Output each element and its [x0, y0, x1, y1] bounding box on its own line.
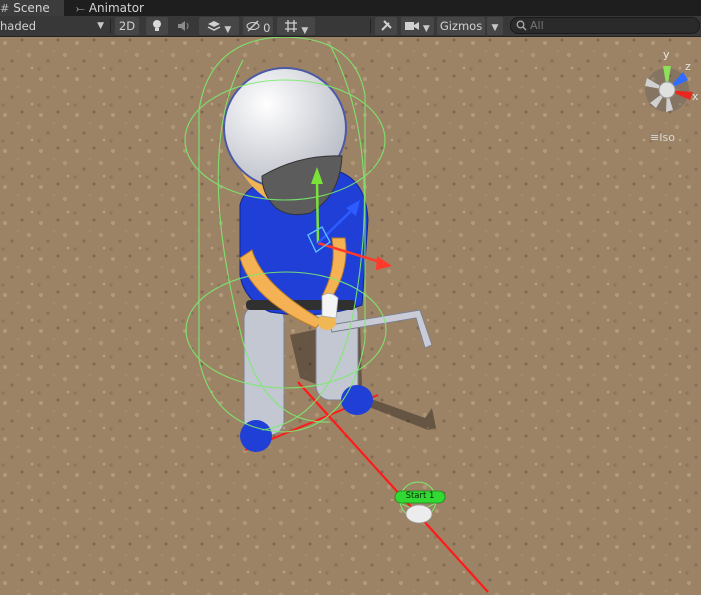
mode-2d-toggle[interactable]: 2D [115, 17, 139, 35]
grid-chevron-icon: ▼ [301, 26, 309, 36]
start-marker-label: Start 1 [405, 491, 435, 501]
projection-menu-icon: ≡ [650, 131, 660, 144]
camera-icon [405, 22, 420, 30]
draw-mode-chevron-icon: ▼ [97, 21, 104, 31]
gizmos-chevron-icon: ▼ [491, 23, 499, 33]
white-glove [321, 293, 339, 319]
audio-toggle[interactable] [174, 17, 194, 35]
projection-toggle[interactable]: ≡Iso [650, 131, 675, 144]
grid-icon [284, 20, 297, 32]
tab-animator-label: Animator [88, 1, 144, 15]
hidden-count: 0 [263, 21, 271, 35]
draw-mode-dropdown[interactable]: haded ▼ [0, 17, 108, 35]
toolbar-divider [110, 19, 111, 33]
effects-chevron-icon: ▼ [224, 25, 232, 35]
toolbar-divider [370, 19, 371, 33]
scene-viewport[interactable]: Start 1 y z x ≡Iso [0, 37, 701, 595]
left-shoe [240, 420, 272, 452]
wrench-icon [380, 20, 392, 31]
tools-toggle[interactable] [375, 17, 397, 35]
effects-layers-icon [207, 21, 221, 31]
lightbulb-icon [153, 20, 161, 31]
axis-z-label: z [685, 60, 691, 73]
projection-label: Iso [659, 131, 675, 144]
animator-icon: ⤚ [76, 2, 85, 15]
scene-canvas [0, 37, 701, 595]
effects-dropdown[interactable]: ▼ [199, 17, 239, 35]
gizmos-dropdown[interactable]: ▼ [487, 17, 503, 35]
tab-scene-label: Scene [13, 1, 50, 15]
draw-mode-label: haded [0, 19, 37, 33]
scene-grid-icon: # [0, 2, 10, 15]
search-icon [516, 20, 527, 31]
search-placeholder: All [530, 19, 544, 32]
left-leg [243, 304, 285, 436]
speaker-icon [178, 21, 189, 31]
tab-animator[interactable]: ⤚ Animator [76, 0, 156, 16]
camera-dropdown[interactable]: ▼ [401, 17, 434, 35]
tab-scene[interactable]: # Scene [0, 0, 64, 16]
right-shoe [341, 385, 373, 415]
eye-slash-icon [246, 20, 259, 32]
gizmos-button[interactable]: Gizmos [437, 17, 485, 35]
grid-dropdown[interactable]: ▼ [277, 17, 315, 36]
hidden-objects-toggle[interactable]: 0 [243, 17, 273, 35]
tab-bar: # Scene ⤚ Animator [0, 0, 701, 16]
camera-chevron-icon: ▼ [422, 24, 430, 34]
axis-y-label: y [663, 48, 670, 61]
lighting-toggle[interactable] [146, 17, 168, 35]
scene-search-field[interactable]: All [510, 17, 700, 34]
golf-ball [405, 504, 433, 524]
axis-x-label: x [692, 90, 699, 103]
